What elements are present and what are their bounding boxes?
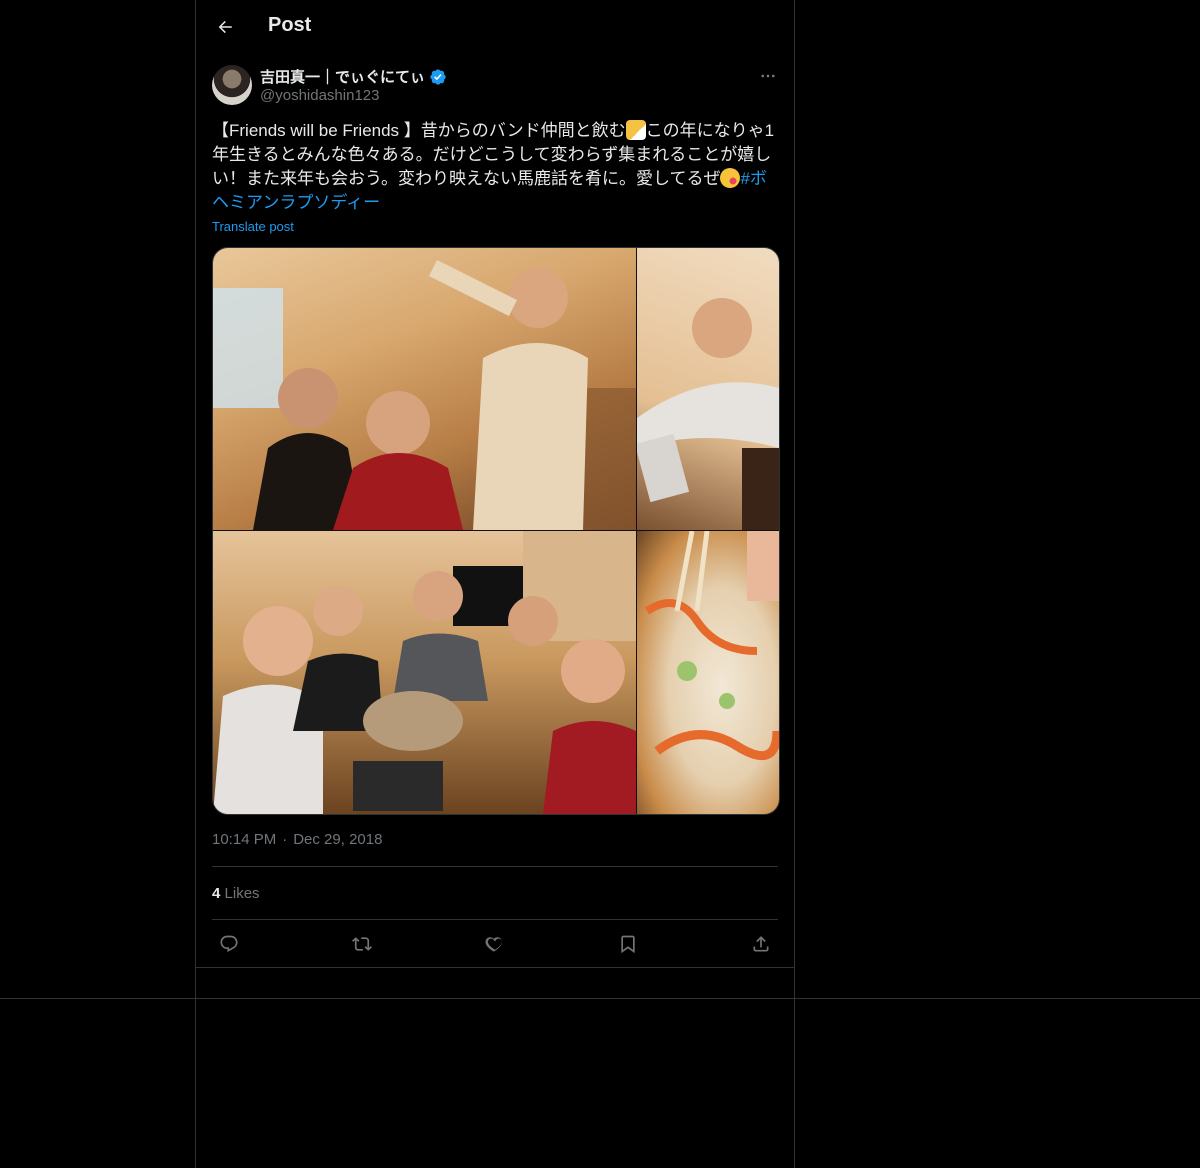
divider	[212, 919, 778, 920]
tweet-text: 【Friends will be Friends 】昔からのバンド仲間と飲む この…	[212, 119, 778, 215]
like-icon	[485, 937, 502, 952]
photo-4-scene	[644, 531, 779, 760]
post-time: 10:14 PM	[212, 831, 277, 848]
reply-button[interactable]	[212, 928, 246, 960]
likes-count: 4	[212, 885, 221, 902]
likes-stat[interactable]: 4 Likes	[212, 885, 260, 902]
timestamp-separator: ·	[282, 831, 288, 848]
translate-post-link[interactable]: Translate post	[212, 219, 294, 234]
face-blowing-kiss-emoji	[720, 168, 741, 188]
share-button[interactable]	[744, 928, 778, 960]
photo-2-scene	[637, 298, 779, 530]
author-name-row: 吉田真一｜でぃぐにてぃ	[260, 66, 447, 87]
bookmark-icon	[621, 935, 635, 954]
post-timestamp[interactable]: 10:14 PM · Dec 29, 2018	[212, 831, 382, 848]
media-grid	[212, 247, 780, 815]
more-options-button[interactable]	[756, 64, 780, 88]
post-date: Dec 29, 2018	[293, 831, 383, 848]
column-border-right	[794, 0, 795, 1168]
more-dots-icon	[761, 74, 775, 78]
repost-button[interactable]	[345, 928, 379, 960]
page-title: Post	[268, 14, 312, 36]
back-button[interactable]	[210, 12, 240, 42]
like-button[interactable]	[478, 928, 512, 960]
photo-3-scene	[213, 531, 636, 814]
author-handle[interactable]: @yoshidashin123	[260, 87, 379, 104]
photo-3[interactable]	[213, 531, 636, 814]
repost-icon	[352, 937, 372, 951]
page-divider	[0, 998, 1200, 999]
post-header: Post	[196, 0, 794, 53]
share-icon	[753, 936, 769, 952]
back-arrow-icon	[218, 20, 232, 34]
photo-2[interactable]	[637, 248, 779, 530]
photo-1[interactable]	[213, 248, 636, 530]
tweet-text-part1: 【Friends will be Friends 】昔からのバンド仲間と飲む	[212, 121, 626, 140]
divider	[212, 866, 778, 867]
column-border-left	[195, 0, 196, 1168]
avatar[interactable]	[212, 65, 252, 105]
action-bar	[212, 928, 778, 960]
photo-4[interactable]	[637, 531, 779, 814]
beer-mugs-emoji	[625, 120, 646, 140]
photo-1-scene	[213, 259, 636, 530]
author-display-name[interactable]: 吉田真一｜でぃぐにてぃ	[260, 66, 425, 87]
post-bottom-border	[196, 967, 794, 968]
reply-icon	[220, 935, 238, 952]
bookmark-button[interactable]	[611, 928, 645, 960]
likes-label: Likes	[224, 885, 260, 902]
verified-badge-icon	[430, 68, 446, 85]
